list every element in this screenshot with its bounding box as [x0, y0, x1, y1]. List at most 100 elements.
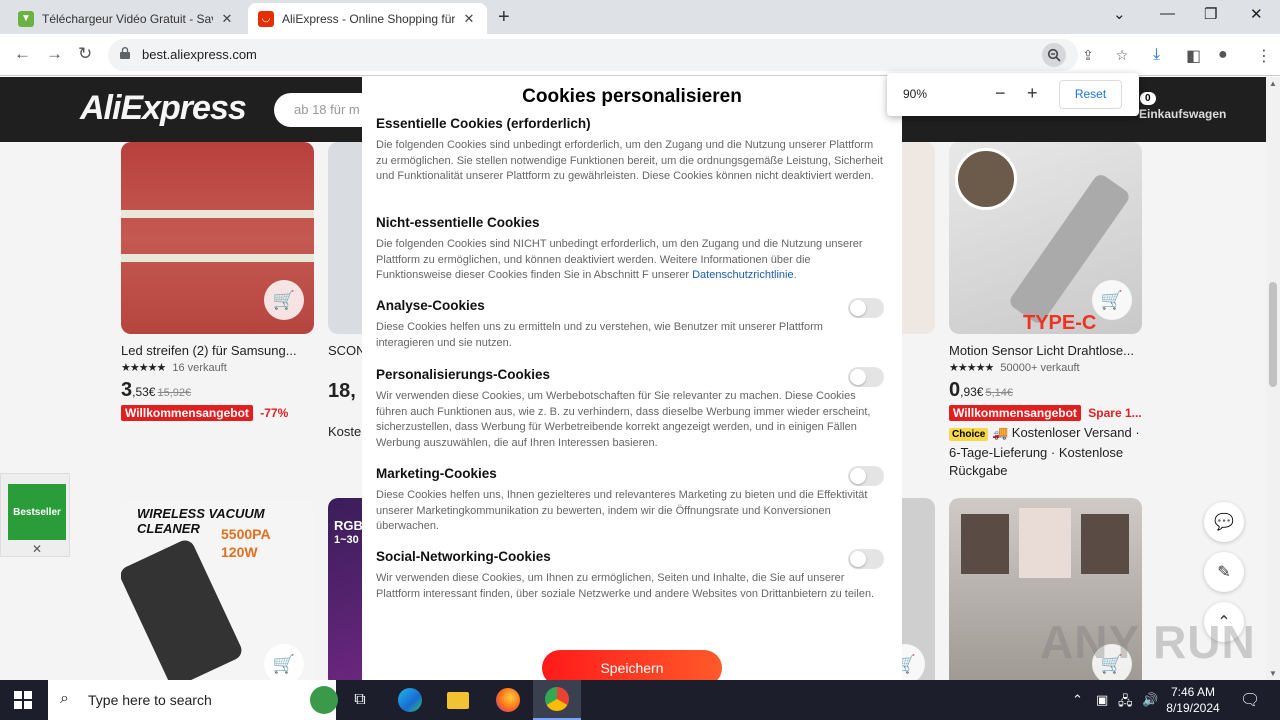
old-price: 5,14€	[985, 387, 1014, 399]
product-image[interactable]: 🛒	[121, 142, 314, 334]
back-arrow-icon[interactable]: ←	[14, 44, 31, 64]
aliexpress-logo[interactable]: AliExpress	[80, 89, 247, 128]
price-integer: 18,	[328, 380, 356, 402]
discount-label: Spare 1...	[1088, 406, 1142, 420]
personalization-toggle[interactable]	[848, 367, 884, 387]
marketing-toggle[interactable]	[848, 466, 884, 486]
cookie-section-marketing: Marketing-Cookies Diese Cookies helfen u…	[376, 466, 884, 535]
section-text: Die folgenden Cookies sind unbedingt erf…	[376, 139, 883, 183]
product-rating: ★★★★★ 50000+ verkauft	[949, 361, 1142, 374]
product-title[interactable]: Motion Sensor Licht Drahtlose...	[949, 343, 1142, 358]
close-icon[interactable]: ✕	[219, 11, 235, 27]
chrome-icon[interactable]	[533, 680, 581, 720]
bestseller-badge[interactable]: Bestseller	[8, 484, 66, 540]
side-panel-icon[interactable]: ◧	[1186, 46, 1201, 66]
taskbar-search-box[interactable]: ⌕ Type here to search	[48, 680, 338, 720]
section-text: Wir verwenden diese Cookies, um Werbebot…	[376, 390, 871, 449]
bestseller-widget: Bestseller ✕	[0, 473, 70, 557]
rating-stars-icon: ★★★★★	[949, 362, 994, 374]
restore-icon[interactable]: ❐	[1204, 5, 1217, 23]
close-icon[interactable]: ✕	[461, 11, 477, 27]
cookie-settings-dialog: Cookies personalisieren Essentielle Cook…	[362, 77, 902, 680]
feedback-pencil-icon[interactable]: ✎	[1204, 552, 1244, 592]
promo-row: Willkommensangebot Spare 1...	[949, 405, 1142, 421]
add-to-cart-icon[interactable]: 🛒	[264, 280, 304, 320]
tab-title: AliExpress - Online Shopping für	[282, 11, 455, 26]
welcome-deal-badge: Willkommensangebot	[121, 405, 253, 421]
product-image[interactable]: TYPE-C 🛒	[949, 142, 1142, 334]
tray-device-icon[interactable]: ▣	[1096, 692, 1108, 708]
section-heading: Essentielle Cookies (erforderlich)	[376, 116, 591, 131]
windows-start-icon[interactable]	[14, 691, 32, 709]
section-text: Diese Cookies helfen uns, Ihnen gezielte…	[376, 489, 868, 533]
network-icon[interactable]: 🖧	[1118, 692, 1133, 714]
scrollbar-thumb[interactable]	[1269, 282, 1277, 387]
zoom-in-plus-icon[interactable]: +	[1027, 83, 1038, 104]
search-highlight-globe-icon	[310, 686, 338, 714]
notification-icon[interactable]: 🗨	[1240, 690, 1260, 710]
price-decimal: ,53€	[132, 385, 156, 399]
image-caption: 5500PA	[221, 526, 271, 542]
section-text: Diese Cookies helfen uns zu ermitteln un…	[376, 321, 823, 349]
firefox-icon[interactable]	[484, 680, 532, 720]
shipping-info: Choice 🚚 Kostenloser Versand · 6-Tage-Li…	[949, 424, 1142, 480]
download-arrow-icon: ▼	[18, 10, 34, 27]
dialog-title: Cookies personalisieren	[522, 86, 742, 107]
bookmark-star-icon[interactable]: ☆	[1110, 43, 1134, 67]
task-view-icon[interactable]: ⧉	[336, 680, 384, 720]
zoom-magnifier-icon[interactable]	[1042, 43, 1066, 67]
browser-toolbar: ← → ↻ best.aliexpress.com ⇪ ☆ ⤓ ◧ ● ⋮	[0, 34, 1280, 76]
share-icon[interactable]: ⇪	[1076, 43, 1100, 67]
close-icon[interactable]: ✕	[32, 542, 42, 556]
zoom-level: 90%	[903, 87, 928, 101]
forward-arrow-icon[interactable]: →	[46, 44, 63, 64]
product-image[interactable]: WIRELESS VACUUM CLEANER 5500PA 120W 🛒	[121, 498, 314, 680]
tab-search-chevron-icon[interactable]: ⌄	[1113, 5, 1126, 23]
profile-avatar-icon[interactable]: ●	[1218, 46, 1228, 64]
scroll-down-icon[interactable]: ▼	[1269, 669, 1277, 678]
social-networking-toggle[interactable]	[848, 549, 884, 569]
volume-icon[interactable]: 🔊	[1142, 692, 1158, 708]
welcome-deal-badge: Willkommensangebot	[949, 405, 1081, 421]
tray-chevron-icon[interactable]: ⌃	[1072, 692, 1083, 708]
product-price: 3,53€ 15,92€	[121, 379, 314, 402]
address-bar[interactable]: best.aliexpress.com ⇪ ☆	[108, 39, 1128, 71]
page-scrollbar[interactable]: ▲ ▼	[1266, 77, 1280, 680]
product-card[interactable]: TYPE-C 🛒 Motion Sensor Licht Drahtlose..…	[949, 142, 1142, 480]
system-clock[interactable]: 7:46 AM 8/19/2024	[1160, 684, 1226, 716]
product-card[interactable]: WIRELESS VACUUM CLEANER 5500PA 120W 🛒	[121, 498, 314, 680]
taskbar-search-placeholder: Type here to search	[88, 692, 212, 708]
file-explorer-icon[interactable]	[434, 680, 482, 720]
add-to-cart-icon[interactable]: 🛒	[1092, 280, 1132, 320]
section-heading: Social-Networking-Cookies	[376, 549, 551, 564]
add-to-cart-icon[interactable]: 🛒	[264, 644, 304, 680]
price-integer: 0	[949, 379, 961, 401]
scroll-up-icon[interactable]: ▲	[1269, 79, 1277, 88]
zoom-out-minus-icon[interactable]: −	[995, 83, 1006, 104]
minimize-icon[interactable]: —	[1160, 5, 1175, 22]
download-icon[interactable]: ⤓	[1153, 46, 1160, 64]
tab-aliexpress[interactable]: ◡ AliExpress - Online Shopping für ✕	[248, 3, 487, 34]
cookie-section-social: Social-Networking-Cookies Wir verwenden …	[376, 549, 884, 602]
cookie-section-essential: Essentielle Cookies (erforderlich) Die f…	[376, 116, 884, 185]
anyrun-watermark: ANY RUN	[1040, 616, 1256, 668]
window-close-icon[interactable]: ✕	[1250, 5, 1263, 23]
menu-kebab-icon[interactable]: ⋮	[1256, 46, 1272, 66]
promo-row: Willkommensangebot -77%	[121, 405, 314, 421]
save-button[interactable]: Speichern	[542, 650, 722, 680]
lock-icon	[120, 47, 130, 59]
tab-video-downloader[interactable]: ▼ Téléchargeur Vidéo Gratuit - Save ✕	[8, 3, 245, 34]
cart-link[interactable]: Einkaufswagen	[1139, 107, 1226, 121]
product-card[interactable]: 🛒 Led streifen (2) für Samsung... ★★★★★ …	[121, 142, 314, 421]
analytics-toggle[interactable]	[848, 298, 884, 318]
reload-icon[interactable]: ↻	[78, 44, 92, 64]
zoom-reset-button[interactable]: Reset	[1059, 80, 1122, 109]
privacy-policy-link[interactable]: Datenschutzrichtlinie	[692, 269, 794, 281]
chat-icon[interactable]: 💬	[1204, 502, 1244, 542]
clock-time: 7:46 AM	[1170, 685, 1216, 699]
tab-title: Téléchargeur Vidéo Gratuit - Save	[42, 11, 213, 26]
edge-browser-icon[interactable]	[386, 680, 434, 720]
image-caption: 120W	[221, 544, 258, 560]
new-tab-plus-icon[interactable]: +	[498, 6, 510, 29]
product-title[interactable]: Led streifen (2) für Samsung...	[121, 343, 314, 358]
